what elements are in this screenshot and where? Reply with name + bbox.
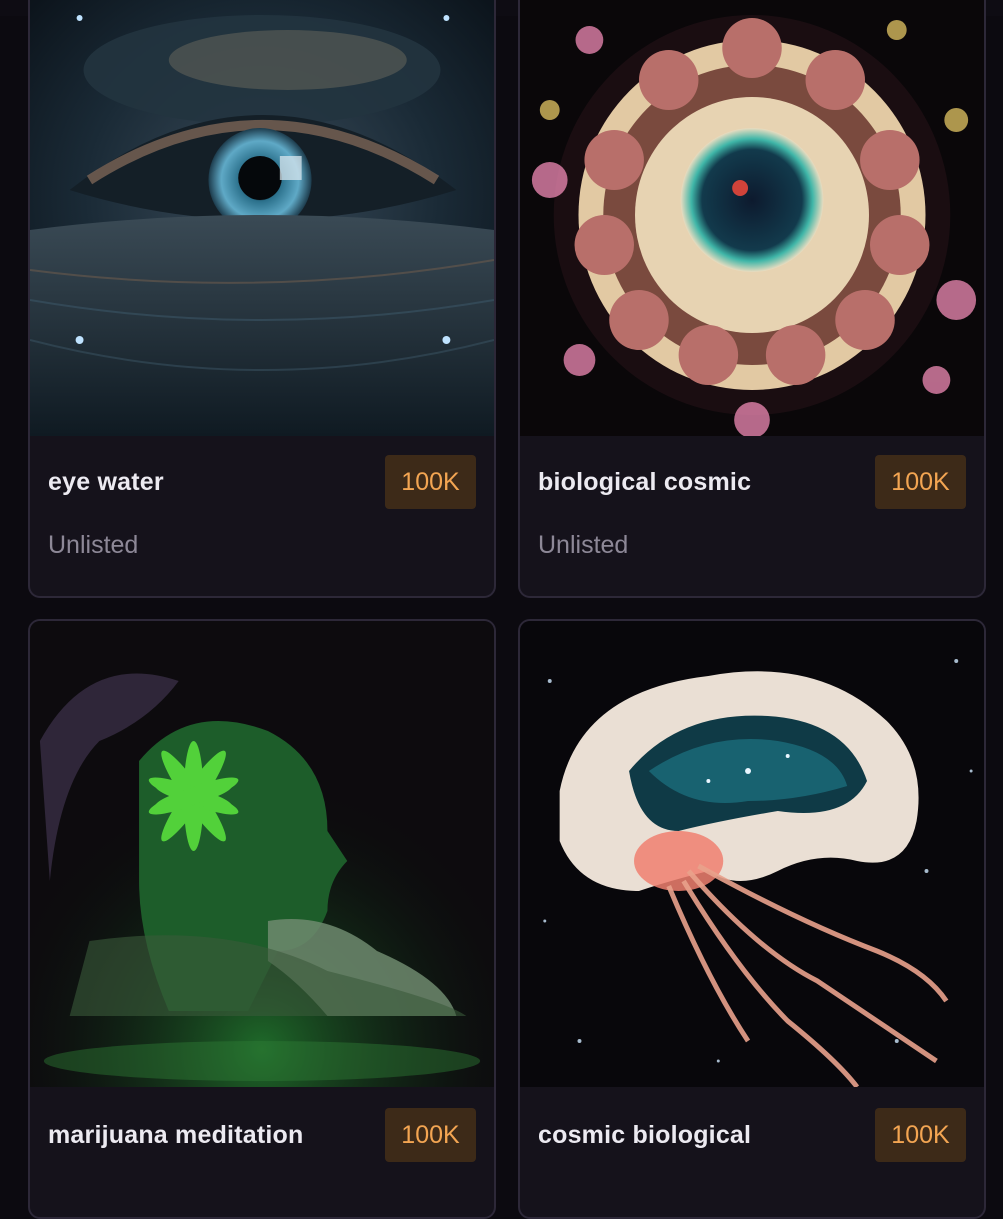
- price-badge: 100K: [385, 1108, 476, 1162]
- artwork-card-biological-cosmic[interactable]: biological cosmic 100K Unlisted: [518, 0, 986, 598]
- artwork-image-marijuana-meditation[interactable]: [30, 621, 494, 1087]
- price-badge: 100K: [875, 1108, 966, 1162]
- artwork-title[interactable]: marijuana meditation: [48, 1121, 303, 1150]
- artwork-grid: eye water 100K Unlisted biological cosmi…: [28, 0, 988, 1219]
- artwork-title[interactable]: cosmic biological: [538, 1121, 751, 1150]
- price-badge: 100K: [875, 455, 966, 509]
- artwork-card-eye-water[interactable]: eye water 100K Unlisted: [28, 0, 496, 598]
- artwork-title[interactable]: biological cosmic: [538, 468, 751, 497]
- visibility-status: Unlisted: [538, 531, 629, 559]
- artwork-card-marijuana-meditation[interactable]: marijuana meditation 100K: [28, 619, 496, 1219]
- artwork-image-eye-water[interactable]: [30, 0, 494, 436]
- artwork-image-biological-cosmic[interactable]: [520, 0, 984, 436]
- artwork-card-cosmic-biological[interactable]: cosmic biological 100K: [518, 619, 986, 1219]
- visibility-status: Unlisted: [48, 531, 139, 559]
- artwork-image-cosmic-biological[interactable]: [520, 621, 984, 1087]
- price-badge: 100K: [385, 455, 476, 509]
- artwork-title[interactable]: eye water: [48, 468, 164, 497]
